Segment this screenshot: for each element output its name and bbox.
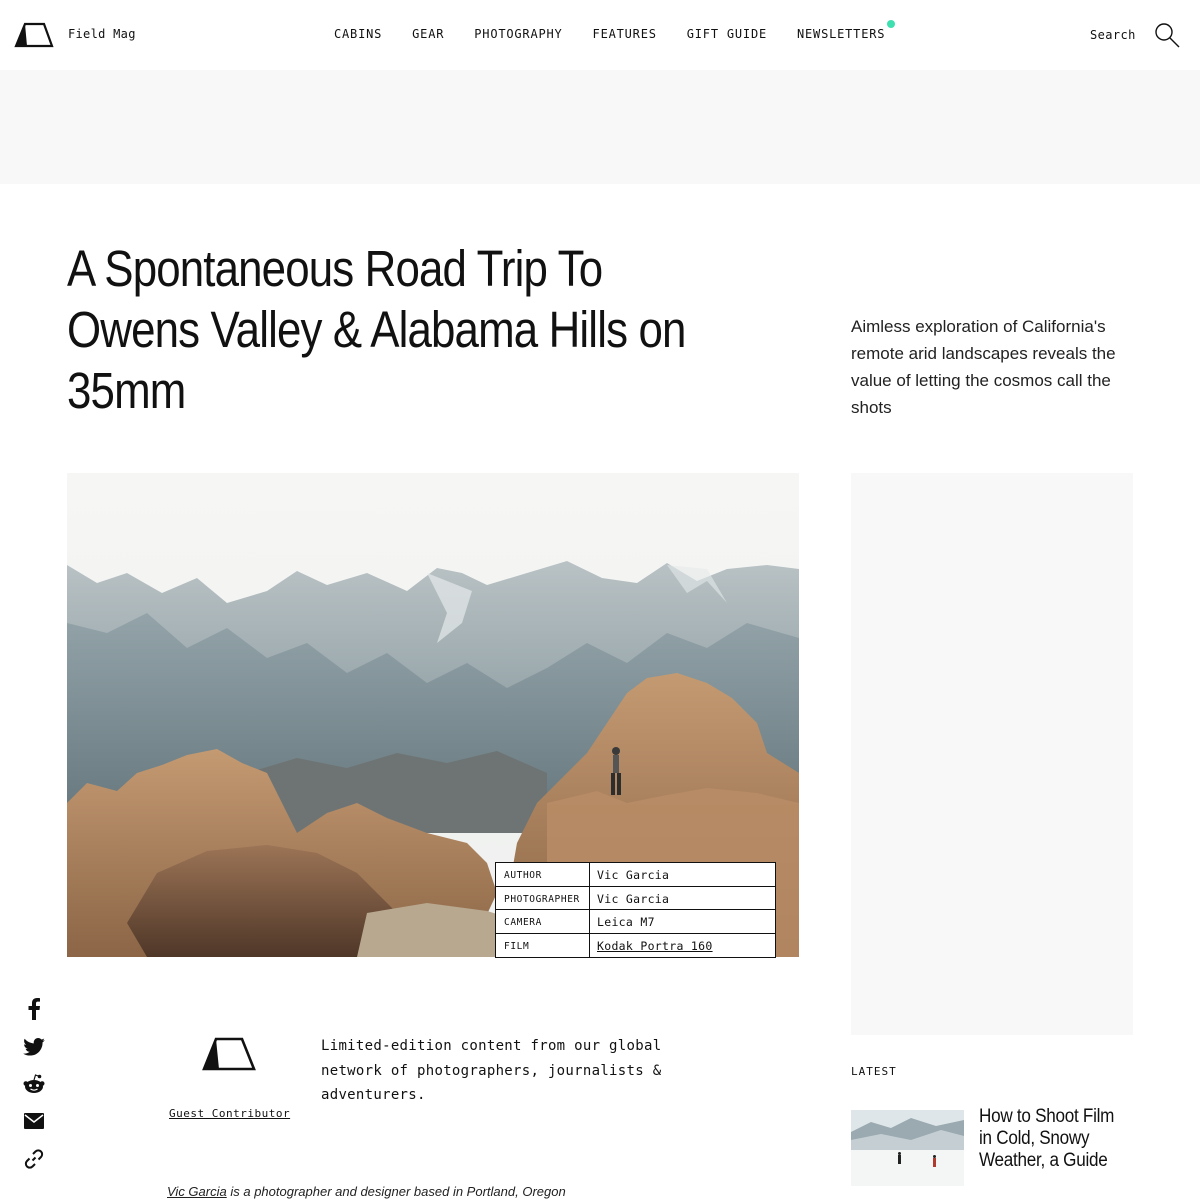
article-title: A Spontaneous Road Trip To Owens Valley … <box>67 240 686 419</box>
field-mag-logo-icon <box>202 1037 256 1071</box>
nav-gift-guide[interactable]: GIFT GUIDE <box>687 27 767 41</box>
meta-row-film: FILM Kodak Portra 160 <box>496 933 775 958</box>
twitter-icon[interactable] <box>22 1035 46 1059</box>
search-icon[interactable] <box>1154 22 1180 48</box>
meta-key: PHOTOGRAPHER <box>496 886 590 909</box>
site-header: Field Mag CABINS GEAR PHOTOGRAPHY FEATUR… <box>0 0 1200 70</box>
author-bio: Vic Garcia is a photographer and designe… <box>167 1184 566 1199</box>
field-mag-logo-icon[interactable] <box>14 22 54 48</box>
ad-banner-placeholder <box>0 70 1200 184</box>
author-bio-link[interactable]: Vic Garcia <box>167 1184 227 1199</box>
photo-meta-table: AUTHOR Vic Garcia PHOTOGRAPHER Vic Garci… <box>495 862 776 958</box>
reddit-icon[interactable] <box>22 1072 46 1096</box>
new-indicator-dot <box>887 20 896 28</box>
search-label[interactable]: Search <box>1090 28 1136 42</box>
nav-newsletters[interactable]: NEWSLETTERS <box>797 20 896 41</box>
nav-newsletters-label: NEWSLETTERS <box>797 27 886 41</box>
latest-heading: LATEST <box>851 1065 897 1078</box>
link-icon[interactable] <box>22 1147 46 1171</box>
meta-row-camera: CAMERA Leica M7 <box>496 910 775 934</box>
contributor-description: Limited-edition content from our global … <box>321 1038 662 1103</box>
facebook-icon[interactable] <box>22 997 46 1021</box>
meta-row-photographer: PHOTOGRAPHER Vic Garcia <box>496 886 775 910</box>
meta-value: Vic Garcia <box>597 891 670 906</box>
meta-value: Vic Garcia <box>597 868 670 882</box>
latest-article-title[interactable]: How to Shoot Film in Cold, Snowy Weather… <box>979 1106 1123 1172</box>
nav-features[interactable]: FEATURES <box>593 27 657 41</box>
guest-contributor-link[interactable]: Guest Contributor <box>169 1107 290 1120</box>
meta-value: Leica M7 <box>597 915 655 929</box>
nav-gear[interactable]: GEAR <box>412 27 444 41</box>
nav-cabins[interactable]: CABINS <box>334 27 382 41</box>
sidebar-ad-placeholder <box>851 473 1133 1035</box>
main-nav: CABINS GEAR PHOTOGRAPHY FEATURES GIFT GU… <box>334 20 915 41</box>
author-bio-text: is a photographer and designer based in … <box>226 1184 566 1199</box>
email-icon[interactable] <box>22 1109 46 1133</box>
latest-thumbnail[interactable] <box>851 1110 964 1186</box>
meta-row-author: AUTHOR Vic Garcia <box>496 863 775 887</box>
article-dek: Aimless exploration of California's remo… <box>851 317 1116 417</box>
meta-key: CAMERA <box>496 910 590 933</box>
film-link[interactable]: Kodak Portra 160 <box>590 934 775 958</box>
meta-key: AUTHOR <box>496 863 590 886</box>
nav-photography[interactable]: PHOTOGRAPHY <box>474 27 562 41</box>
meta-key: FILM <box>496 933 590 957</box>
brand-name[interactable]: Field Mag <box>68 27 136 41</box>
